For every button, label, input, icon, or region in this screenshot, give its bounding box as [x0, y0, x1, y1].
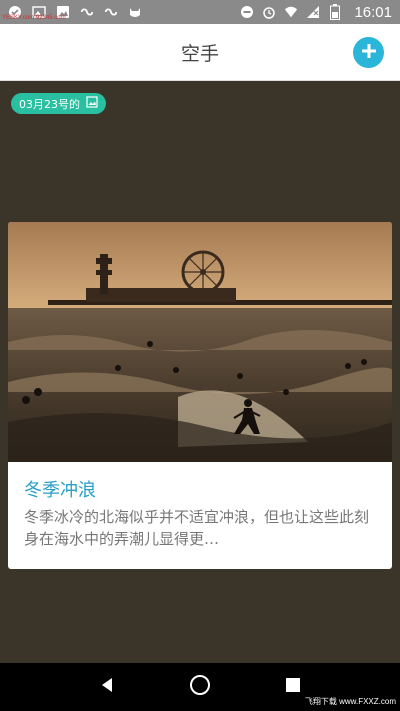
- date-tag[interactable]: 03月23号的: [11, 93, 106, 114]
- link-icon: [80, 5, 94, 19]
- signal-icon: [306, 5, 320, 19]
- back-button[interactable]: [87, 667, 127, 707]
- surfing-photo: [8, 222, 392, 462]
- navigation-bar: 飞翔下载 www.FXXZ.com: [0, 663, 400, 711]
- watermark-text: YESKY.com 92345.com: [2, 15, 66, 21]
- status-right-icons: 16:01: [240, 4, 392, 21]
- status-time: 16:01: [354, 3, 392, 21]
- back-icon: [98, 676, 116, 698]
- image-icon: [86, 96, 98, 111]
- home-icon: [189, 674, 211, 700]
- date-tag-label: 03月23号的: [19, 97, 80, 111]
- dnd-icon: [240, 5, 254, 19]
- add-button[interactable]: [353, 37, 384, 68]
- cat-icon: [128, 5, 142, 19]
- wifi-icon: [284, 5, 298, 19]
- brand-watermark: 飞翔下载 www.FXXZ.com: [304, 697, 396, 706]
- alarm-icon: [262, 5, 276, 19]
- home-button[interactable]: [180, 667, 220, 707]
- battery-icon: [328, 4, 342, 20]
- link-icon: [104, 5, 118, 19]
- recents-icon: [284, 676, 302, 698]
- article-card[interactable]: 冬季冲浪 冬季冰冷的北海似乎并不适宜冲浪，但也让这些此刻身在海水中的弄潮儿显得更…: [8, 222, 392, 569]
- page-title: 空手: [180, 42, 219, 65]
- card-description: 冬季冰冷的北海似乎并不适宜冲浪，但也让这些此刻身在海水中的弄潮儿显得更…: [24, 508, 370, 548]
- plus-icon: [360, 42, 378, 64]
- app-bar: 空手: [0, 24, 400, 81]
- card-title: 冬季冲浪: [24, 480, 96, 501]
- status-bar: YESKY.com 92345.com 16:01: [0, 0, 400, 24]
